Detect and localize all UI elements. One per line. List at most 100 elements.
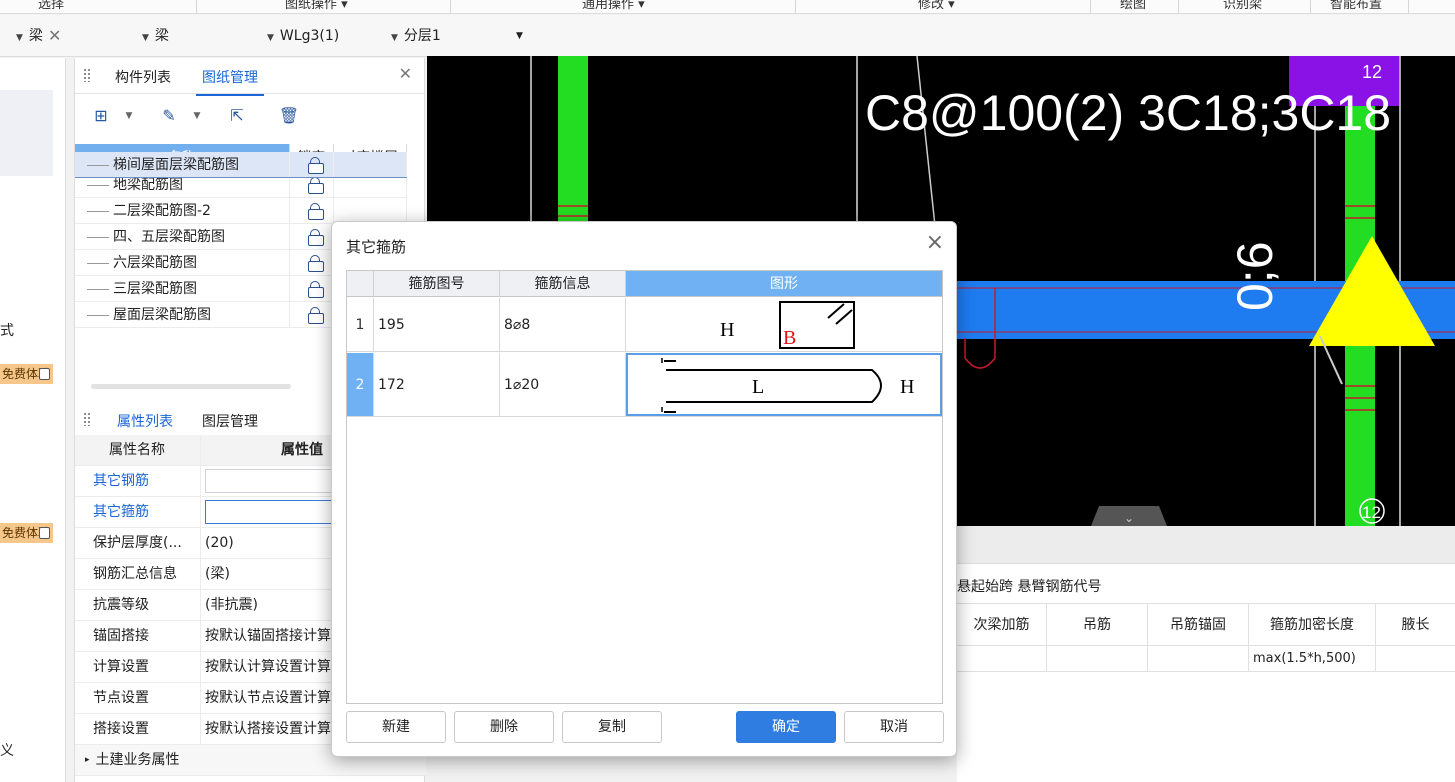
stirrup-code[interactable]: 195 [374, 298, 500, 351]
layer-select-arrow[interactable]: ▼ [516, 23, 523, 49]
floor-type-select[interactable]: ▼ 梁 [16, 23, 43, 49]
property-name: 其它钢筋 [75, 466, 201, 496]
lock-icon [39, 527, 50, 539]
cancel-button[interactable]: 取消 [844, 711, 944, 743]
stirrup-shape-172[interactable]: L H [626, 353, 942, 416]
left-close-icon[interactable]: ✕ [48, 23, 61, 49]
drawing-name: 四、五层梁配筋图 [113, 229, 225, 245]
other-stirrup-dialog: 其它箍筋 × 箍筋图号 箍筋信息 图形 1 195 8⌀8 H B 2 172 … [331, 221, 957, 757]
lock-icon[interactable] [308, 229, 324, 246]
layer-select[interactable]: ▼ 分层1 [391, 23, 441, 49]
new-button[interactable]: 新建 [346, 711, 446, 743]
beam-table-row: max(1.5*h,500) [957, 646, 1455, 672]
tab-component-list[interactable]: 构件列表 [115, 67, 171, 87]
tab-drawing-management[interactable]: 图纸管理 [196, 67, 264, 96]
stirrup-info[interactable]: 8⌀8 [500, 298, 626, 351]
export-drawing-icon[interactable]: ⇱ [223, 102, 251, 130]
copy-button[interactable]: 复制 [562, 711, 662, 743]
ok-button[interactable]: 确定 [736, 711, 836, 743]
drag-grip-icon[interactable] [83, 68, 91, 82]
stirrup-shape-195[interactable]: H B [626, 298, 942, 351]
property-name: 节点设置 [75, 683, 201, 713]
col-haunch[interactable]: 腋长 [1376, 604, 1455, 645]
col-secondary-beam[interactable]: 次梁加筋 [957, 604, 1047, 645]
property-value[interactable]: (非抗震) [205, 597, 258, 613]
delete-button[interactable]: 删除 [454, 711, 554, 743]
component-name-select[interactable]: ▼ WLg3(1) [267, 23, 339, 49]
group-label: 土建业务属性 [95, 752, 180, 768]
col-stirrup-code[interactable]: 箍筋图号 [374, 271, 500, 296]
col-hanger[interactable]: 吊筋 [1047, 604, 1148, 645]
chevron-down-icon[interactable]: ▼ [123, 102, 135, 130]
leader-line [916, 56, 936, 227]
property-value[interactable]: (20) [205, 535, 234, 551]
ribbon-modify[interactable]: 修改 ▾ [918, 0, 955, 12]
nav-text-2: 义 [0, 743, 14, 759]
beam-prop-labels: 悬起始跨 悬臂钢筋代号 [957, 579, 1102, 595]
stirrup-info[interactable]: 1⌀20 [500, 353, 626, 416]
property-value[interactable]: 按默认计算设置计算 [205, 659, 331, 675]
drawing-name: 屋面层梁配筋图 [113, 307, 211, 323]
bottom-splitter[interactable] [957, 526, 1455, 564]
stirrup-row[interactable]: 1 195 8⌀8 H B [347, 298, 942, 352]
property-value[interactable]: 按默认锚固搭接计算 [205, 628, 331, 644]
stirrup-code[interactable]: 172 [374, 353, 500, 416]
drawing-name: 二层梁配筋图-2 [113, 203, 211, 219]
ribbon-group-bar: 选择 图纸操作 ▾ 通用操作 ▾ 修改 ▾ 绘图 识别梁 智能布置 [0, 0, 1455, 14]
beam-table-header: 次梁加筋 吊筋 吊筋锚固 箍筋加密长度 腋长 [957, 604, 1455, 646]
close-icon[interactable]: × [926, 230, 944, 255]
lock-icon[interactable] [308, 203, 324, 220]
col-prop-name: 属性名称 [75, 435, 201, 465]
lock-icon[interactable] [308, 255, 324, 272]
svg-text:H: H [720, 319, 734, 341]
property-value[interactable]: 按默认搭接设置计算 [205, 721, 331, 737]
ribbon-identify-beam[interactable]: 识别梁 [1223, 0, 1262, 12]
property-value[interactable]: (梁) [205, 566, 230, 582]
lock-icon[interactable] [308, 307, 324, 324]
lock-icon[interactable] [308, 281, 324, 298]
property-name: 其它箍筋 [75, 497, 201, 527]
tab-layer-management[interactable]: 图层管理 [202, 411, 258, 431]
drawing-floor[interactable] [334, 198, 407, 223]
col-shape[interactable]: 图形 [626, 271, 942, 296]
svg-text:H: H [900, 376, 914, 398]
trial-badge-1[interactable]: 免费体验 [0, 364, 53, 384]
add-drawing-icon[interactable]: ⊞ [87, 102, 115, 130]
nav-text-1: 式 [0, 323, 14, 339]
ribbon-drawing-ops[interactable]: 图纸操作 ▾ [285, 0, 348, 12]
chevron-down-icon[interactable]: ▼ [191, 102, 203, 130]
ribbon-select[interactable]: 选择 [38, 0, 64, 12]
close-icon[interactable]: ✕ [399, 64, 412, 83]
chevron-down-icon: ⌄ [1124, 511, 1134, 525]
property-name: 抗震等级 [75, 590, 201, 620]
drawing-name: 地梁配筋图 [113, 177, 183, 193]
left-nav-strip: 式 免费体验 免费体验 义 [0, 58, 66, 782]
drag-grip-icon[interactable] [83, 412, 91, 426]
col-stirrup-dense-length[interactable]: 箍筋加密长度 [1249, 604, 1376, 645]
drawing-row[interactable]: 梯间屋面层梁配筋图 [75, 152, 407, 178]
lock-icon[interactable] [308, 177, 324, 194]
component-selector-bar: ▼ 梁 ▼ 梁 ▼ WLg3(1) ▼ 分层1 ▼ ✕ [0, 15, 1455, 57]
stirrup-grid-header: 箍筋图号 箍筋信息 图形 [347, 271, 942, 297]
stirrup-dense-length-value[interactable]: max(1.5*h,500) [1249, 646, 1376, 671]
property-name: 保护层厚度(... [75, 528, 201, 558]
horizontal-scrollbar[interactable] [91, 384, 291, 389]
dialog-title: 其它箍筋 [346, 238, 407, 256]
property-value[interactable]: 按默认节点设置计算 [205, 690, 331, 706]
tab-property-list[interactable]: 属性列表 [111, 411, 179, 440]
trial-badge-2[interactable]: 免费体验 [0, 523, 53, 543]
drawing-name: 三层梁配筋图 [113, 281, 197, 297]
ribbon-draw[interactable]: 绘图 [1120, 0, 1146, 12]
lock-icon[interactable] [308, 157, 324, 174]
trash-icon[interactable]: 🗑 [275, 102, 303, 130]
chevron-right-icon: ▸ [85, 755, 90, 765]
drawing-floor[interactable] [334, 152, 407, 177]
col-stirrup-info[interactable]: 箍筋信息 [500, 271, 626, 296]
ribbon-general-ops[interactable]: 通用操作 ▾ [582, 0, 645, 12]
component-type-select[interactable]: ▼ 梁 [142, 23, 169, 49]
col-hanger-anchor[interactable]: 吊筋锚固 [1148, 604, 1249, 645]
beam-property-area: 悬起始跨 悬臂钢筋代号 次梁加筋 吊筋 吊筋锚固 箍筋加密长度 腋长 max(1… [957, 526, 1455, 782]
ribbon-smart-layout[interactable]: 智能布置 [1330, 0, 1382, 12]
stirrup-row-selected[interactable]: 2 172 1⌀20 L H [347, 353, 942, 417]
edit-drawing-icon[interactable]: ✎ [155, 102, 183, 130]
